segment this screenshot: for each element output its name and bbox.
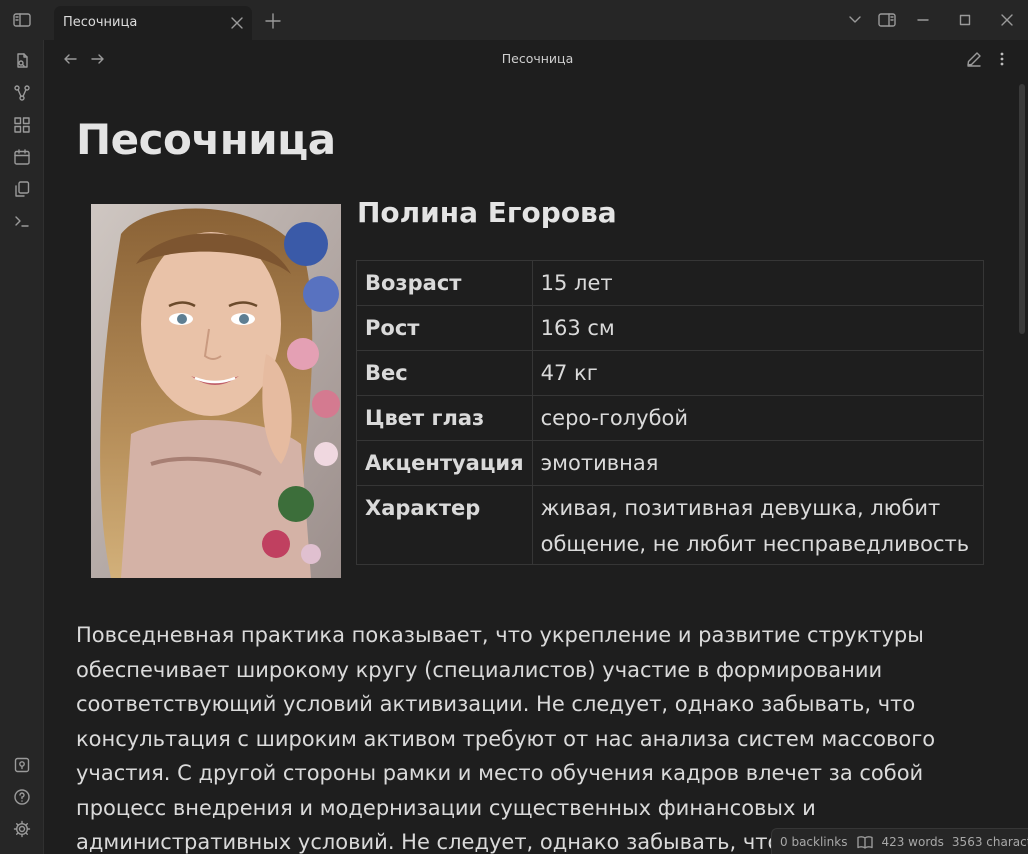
profile-key: Возраст bbox=[356, 260, 533, 306]
title-bar: Песочница bbox=[0, 0, 1028, 40]
scrollbar[interactable] bbox=[1019, 84, 1025, 334]
view-header: Песочница bbox=[45, 40, 1028, 78]
settings-icon[interactable] bbox=[11, 818, 33, 840]
profile-key: Вес bbox=[356, 350, 533, 396]
files-icon[interactable] bbox=[11, 50, 33, 72]
window-close-icon[interactable] bbox=[995, 8, 1019, 32]
profile-key: Акцентуация bbox=[356, 440, 533, 486]
reading-view-icon[interactable] bbox=[857, 835, 874, 849]
table-row: Характер живая, позитивная девушка, люби… bbox=[356, 485, 985, 565]
minimize-icon[interactable] bbox=[911, 8, 935, 32]
copy-icon[interactable] bbox=[11, 178, 33, 200]
graph-icon[interactable] bbox=[11, 82, 33, 104]
profile-value-line: общение, не любит несправедливость bbox=[540, 532, 970, 556]
profile-key: Характер bbox=[356, 485, 533, 565]
tab-active[interactable]: Песочница bbox=[54, 6, 252, 40]
sidebar-toggle-icon[interactable] bbox=[10, 10, 34, 30]
page-title: Песочница bbox=[76, 115, 336, 164]
body-paragraph: Повседневная практика показывает, что ук… bbox=[76, 623, 939, 854]
profile-value: серо-голубой bbox=[531, 395, 985, 441]
word-count: 423 words bbox=[881, 834, 944, 849]
table-row: Рост 163 см bbox=[356, 305, 985, 351]
backlinks-count[interactable]: 0 backlinks bbox=[780, 835, 847, 849]
chevron-down-icon[interactable] bbox=[843, 8, 867, 32]
edit-pencil-icon[interactable] bbox=[964, 49, 984, 69]
profile-value: 163 см bbox=[531, 305, 985, 351]
character-count: 3563 characters bbox=[951, 834, 1028, 849]
terminal-icon[interactable] bbox=[11, 210, 33, 232]
profile-value: эмотивная bbox=[531, 440, 985, 486]
profile-table: Возраст 15 лет Рост 163 см Вес 47 кг Цве… bbox=[356, 260, 985, 565]
profile-key: Рост bbox=[356, 305, 533, 351]
view-title[interactable]: Песочница bbox=[45, 51, 1028, 66]
table-row: Вес 47 кг bbox=[356, 350, 985, 396]
left-ribbon bbox=[0, 40, 44, 854]
status-bar: 0 backlinks 423 words 3563 characters bbox=[771, 828, 1028, 854]
profile-value: 15 лет bbox=[531, 260, 985, 306]
vault-icon[interactable] bbox=[11, 754, 33, 776]
table-row: Цвет глаз серо-голубой bbox=[356, 395, 985, 441]
maximize-icon[interactable] bbox=[953, 8, 977, 32]
more-options-icon[interactable] bbox=[992, 49, 1012, 69]
profile-key: Цвет глаз bbox=[356, 395, 533, 441]
tab-title: Песочница bbox=[63, 15, 138, 30]
note-content[interactable]: Песочница Полина Егорова Возраст 15 лет … bbox=[45, 78, 1028, 854]
right-sidebar-toggle-icon[interactable] bbox=[875, 8, 899, 32]
canvas-icon[interactable] bbox=[11, 114, 33, 136]
profile-value: живая, позитивная девушка, любит общение,… bbox=[531, 485, 985, 565]
profile-value: 47 кг bbox=[531, 350, 985, 396]
table-row: Возраст 15 лет bbox=[356, 260, 985, 306]
person-name: Полина Егорова bbox=[357, 196, 617, 229]
portrait-image bbox=[91, 204, 341, 578]
close-icon[interactable] bbox=[228, 14, 246, 32]
table-row: Акцентуация эмотивная bbox=[356, 440, 985, 486]
help-icon[interactable] bbox=[11, 786, 33, 808]
profile-value-line: живая, позитивная девушка, любит bbox=[540, 496, 941, 520]
new-tab-button[interactable] bbox=[262, 10, 284, 32]
calendar-icon[interactable] bbox=[11, 146, 33, 168]
